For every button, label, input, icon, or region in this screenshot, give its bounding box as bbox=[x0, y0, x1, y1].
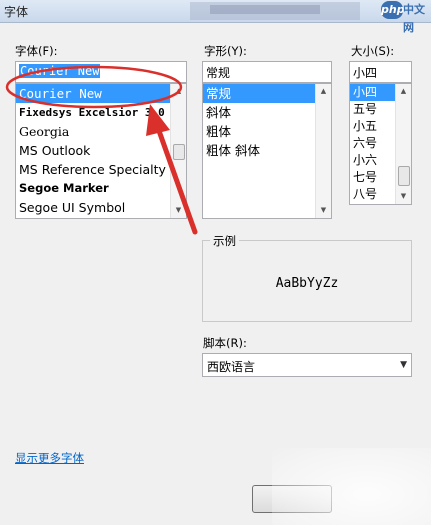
font-label: 字体(F): bbox=[15, 44, 58, 58]
font-list-items: Courier New Fixedsys Excelsior 3.0 Georgia… bbox=[16, 84, 186, 217]
preview-label: 示例 bbox=[210, 233, 239, 249]
watermark-site: 中文网 bbox=[403, 3, 425, 34]
title-bar: 字体 php 中文网 bbox=[0, 0, 431, 34]
size-label: 大小(S): bbox=[351, 44, 395, 58]
size-input[interactable]: 小四 bbox=[349, 61, 412, 83]
scroll-thumb[interactable] bbox=[398, 166, 410, 186]
style-list-item[interactable]: 斜体 bbox=[203, 103, 331, 122]
watermark-overlay bbox=[272, 448, 431, 525]
scroll-up-icon[interactable]: ▲ bbox=[316, 84, 331, 99]
font-list[interactable]: Courier New Fixedsys Excelsior 3.0 Georgia… bbox=[15, 83, 187, 219]
watermark-brand: php bbox=[381, 1, 405, 19]
size-list-scrollbar[interactable]: ▲ ▼ bbox=[395, 84, 411, 204]
scroll-down-icon[interactable]: ▼ bbox=[316, 203, 331, 218]
font-list-scrollbar[interactable]: ▲ ▼ bbox=[170, 84, 186, 218]
window-title: 字体 bbox=[4, 5, 29, 19]
scroll-up-icon[interactable]: ▲ bbox=[171, 84, 186, 99]
style-list-item[interactable]: 粗体 斜体 bbox=[203, 141, 331, 160]
style-input[interactable]: 常规 bbox=[202, 61, 332, 83]
scroll-up-icon[interactable]: ▲ bbox=[396, 84, 411, 99]
script-select[interactable]: 西欧语言 ▼ bbox=[202, 353, 412, 377]
watermark-logo: php 中文网 bbox=[381, 1, 427, 34]
style-list-scrollbar[interactable]: ▲ ▼ bbox=[315, 84, 331, 218]
script-select-value: 西欧语言 bbox=[207, 360, 256, 374]
style-label: 字形(Y): bbox=[204, 44, 247, 58]
font-input[interactable]: Courier New bbox=[15, 61, 187, 83]
blurred-background-text bbox=[210, 5, 320, 14]
font-list-item[interactable]: Segoe UI Symbol bbox=[16, 198, 186, 217]
font-list-item[interactable]: Georgia bbox=[16, 122, 186, 141]
show-more-fonts-link[interactable]: 显示更多字体 bbox=[15, 450, 84, 466]
font-input-value: Courier New bbox=[19, 64, 101, 78]
chevron-down-icon: ▼ bbox=[400, 360, 407, 370]
style-list-item[interactable]: 常规 bbox=[203, 84, 331, 103]
scroll-down-icon[interactable]: ▼ bbox=[171, 203, 186, 218]
scroll-thumb[interactable] bbox=[173, 144, 185, 160]
style-list-item[interactable]: 粗体 bbox=[203, 122, 331, 141]
preview-sample: AaBbYyZz bbox=[275, 276, 339, 291]
font-list-item[interactable]: Courier New bbox=[16, 84, 186, 103]
script-label: 脚本(R): bbox=[203, 336, 247, 350]
scroll-down-icon[interactable]: ▼ bbox=[396, 189, 411, 204]
font-list-item[interactable]: Fixedsys Excelsior 3.0 bbox=[16, 103, 186, 122]
font-list-item[interactable]: MS Reference Specialty bbox=[16, 160, 186, 179]
font-list-item[interactable]: MS Outlook bbox=[16, 141, 186, 160]
size-list[interactable]: 小四 五号 小五 六号 小六 七号 八号 ▲ ▼ bbox=[349, 83, 412, 205]
style-list[interactable]: 常规 斜体 粗体 粗体 斜体 ▲ ▼ bbox=[202, 83, 332, 219]
font-list-item[interactable]: Segoe Marker bbox=[16, 179, 186, 198]
style-list-items: 常规 斜体 粗体 粗体 斜体 bbox=[203, 84, 331, 160]
